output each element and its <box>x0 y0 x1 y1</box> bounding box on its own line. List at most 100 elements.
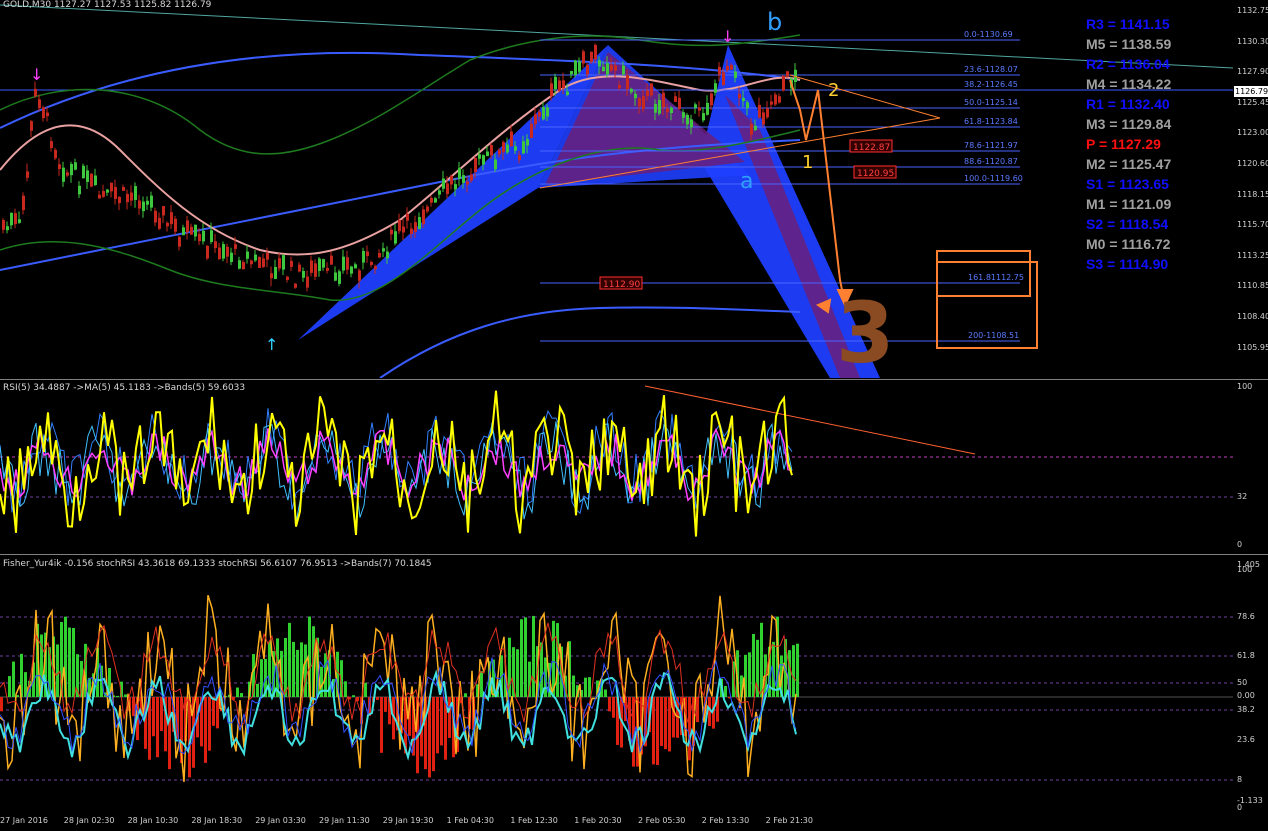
candle-body <box>746 102 749 109</box>
candle-body <box>510 131 513 147</box>
candle-body <box>514 146 517 151</box>
candle-body <box>670 107 673 113</box>
label-3: 3 <box>836 284 894 378</box>
rsi-axis: 100 32 0 <box>1233 380 1268 552</box>
price-tick: 1120.60 <box>1237 159 1268 168</box>
pivot-levels: R3 = 1141.15 M5 = 1138.59 R2 = 1136.04 M4 =… <box>1086 14 1216 274</box>
candle-body <box>338 271 341 284</box>
fisher-bar <box>304 644 307 697</box>
fib-label: 23.6-1128.07 <box>964 65 1018 74</box>
candle-body <box>74 162 77 170</box>
label-2: 2 <box>828 80 839 101</box>
cyan-arrow-icon: ↑ <box>265 335 278 354</box>
pivot-row: R1 = 1132.40 <box>1086 96 1170 112</box>
candle-body <box>586 64 589 75</box>
candle-body <box>198 233 201 242</box>
candle-body <box>470 174 473 181</box>
candle-body <box>346 257 349 270</box>
candle-body <box>582 51 585 64</box>
fisher-bar <box>352 695 355 697</box>
candle-body <box>6 226 9 231</box>
fisher-bar <box>604 689 607 697</box>
candle-body <box>498 149 501 155</box>
time-tick: 28 Jan 10:30 <box>127 816 179 825</box>
fisher-bar <box>796 643 799 697</box>
candle-body <box>778 96 781 103</box>
candle-body <box>642 95 645 109</box>
label-a: a <box>740 169 753 194</box>
candle-body <box>322 259 325 268</box>
fisher-bar <box>284 637 287 697</box>
fisher-bar <box>216 697 219 729</box>
fisher-bar <box>288 622 291 697</box>
candle-body <box>622 65 625 75</box>
candle-body <box>286 276 289 280</box>
fisher-bar <box>656 697 659 766</box>
fisher-bar <box>532 615 535 697</box>
rsi-pane[interactable] <box>0 380 1233 552</box>
price-chart-pane[interactable]: 0.0-1130.69 23.6-1128.07 38.2-1126.45 50.0-… <box>0 0 1233 378</box>
fisher-label: Fisher_Yur4ik -0.156 stochRSI 43.3618 69… <box>3 559 432 569</box>
candle-body <box>94 175 97 185</box>
time-tick: 2 Feb 21:30 <box>765 816 813 825</box>
candle-body <box>738 93 741 99</box>
candle-body <box>38 99 41 109</box>
candle-body <box>458 167 461 179</box>
candle-body <box>782 75 785 91</box>
candle-body <box>438 190 441 195</box>
candle-body <box>506 144 509 153</box>
candle-body <box>134 186 137 200</box>
pivot-row: P = 1127.29 <box>1086 136 1161 152</box>
candle-body <box>226 246 229 257</box>
candle-body <box>526 139 529 146</box>
candle-body <box>762 112 765 125</box>
time-tick: 2 Feb 13:30 <box>701 816 750 825</box>
candle-body <box>366 251 369 257</box>
candle-body <box>182 227 185 236</box>
candle-body <box>630 88 633 93</box>
candle-body <box>78 185 81 195</box>
candle-body <box>106 189 109 193</box>
pivot-row: M4 = 1134.22 <box>1086 76 1172 92</box>
fisher-tick: 0.00 <box>1237 691 1255 700</box>
fisher-bar <box>296 649 299 697</box>
fisher-tick: 78.6 <box>1237 612 1255 621</box>
candle-body <box>186 220 189 233</box>
candle-body <box>26 171 29 178</box>
candle-body <box>578 61 581 72</box>
fib-label: 88.6-1120.87 <box>964 157 1018 166</box>
candle-body <box>478 154 481 159</box>
candle-body <box>598 60 601 67</box>
fisher-bar <box>584 677 587 697</box>
fisher-bar <box>516 649 519 697</box>
fisher-bar <box>0 697 3 712</box>
candle-body <box>210 230 213 242</box>
fisher-bar <box>572 675 575 697</box>
price-axis: 1132.75 1130.30 1127.90 1125.45 1123.00 1120.… <box>1233 0 1268 378</box>
fisher-bar <box>8 676 11 697</box>
candle-body <box>258 256 261 268</box>
fib-label: 100.0-1119.60 <box>964 174 1023 183</box>
candle-body <box>174 218 177 232</box>
candle-body <box>302 270 305 278</box>
candle-body <box>214 241 217 249</box>
time-tick: 2 Feb 05:30 <box>638 816 686 825</box>
candle-body <box>342 256 345 271</box>
candle-body <box>278 258 281 269</box>
candle-body <box>318 258 321 271</box>
candle-body <box>750 124 753 135</box>
fisher-bar <box>208 697 211 751</box>
candle-body <box>450 175 453 185</box>
candle-body <box>398 220 401 232</box>
candle-body <box>786 71 789 77</box>
candle-body <box>770 101 773 105</box>
fisher-bar <box>168 697 171 770</box>
fisher-pane[interactable] <box>0 555 1233 811</box>
magenta-arrow-icon-2: ↓ <box>721 27 734 46</box>
mt4-chart-window[interactable]: 0.0-1130.69 23.6-1128.07 38.2-1126.45 50.0-… <box>0 0 1268 831</box>
candle-body <box>434 198 437 203</box>
fisher-bar <box>240 693 243 697</box>
candle-body <box>690 119 693 128</box>
candle-body <box>530 123 533 138</box>
fisher-bar <box>464 693 467 697</box>
